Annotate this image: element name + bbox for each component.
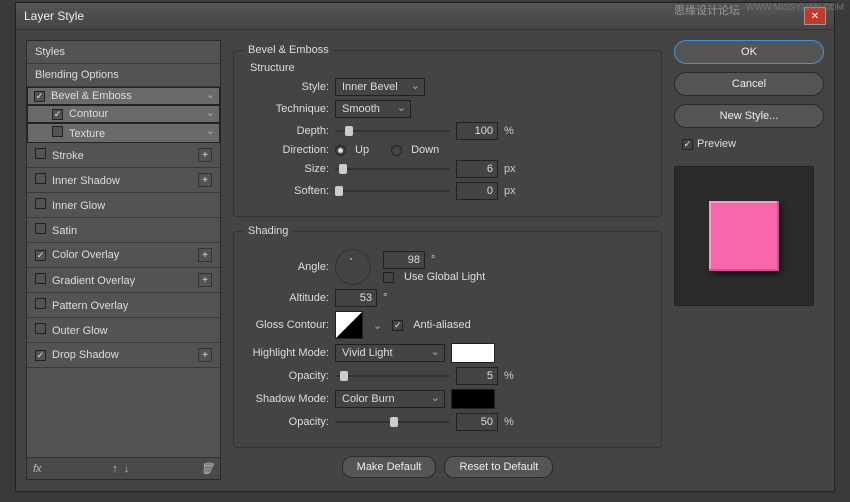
shadow-mode-label: Shadow Mode: bbox=[244, 393, 329, 405]
options-panel: Bevel & Emboss Structure Style:Inner Bev… bbox=[225, 40, 670, 480]
action-panel: OK Cancel New Style... Preview bbox=[674, 40, 824, 480]
add-icon[interactable]: + bbox=[198, 248, 212, 262]
shadow-opacity-input[interactable]: 50 bbox=[456, 413, 498, 431]
color-overlay-checkbox[interactable] bbox=[35, 250, 46, 261]
color-overlay-item[interactable]: Color Overlay+ bbox=[27, 243, 220, 268]
soften-input[interactable]: 0 bbox=[456, 182, 498, 200]
dialog-window: Layer Style ✕ Styles Blending Options Be… bbox=[15, 2, 835, 492]
angle-wheel[interactable] bbox=[335, 249, 371, 285]
texture-item[interactable]: Texture bbox=[27, 123, 220, 143]
style-select[interactable]: Inner Bevel bbox=[335, 78, 425, 96]
watermark-text: 思缘设计论坛 bbox=[674, 2, 740, 18]
inner-shadow-checkbox[interactable] bbox=[35, 173, 46, 184]
anti-aliased-checkbox[interactable] bbox=[392, 320, 403, 331]
bevel-emboss-item[interactable]: Bevel & Emboss bbox=[27, 87, 220, 105]
down-icon[interactable]: ↓ bbox=[124, 463, 130, 475]
outer-glow-checkbox[interactable] bbox=[35, 323, 46, 334]
inner-glow-checkbox[interactable] bbox=[35, 198, 46, 209]
preview-checkbox[interactable] bbox=[682, 139, 693, 150]
preview-label: Preview bbox=[697, 138, 736, 150]
effects-footer: fx ↑ ↓ 🗑 bbox=[27, 457, 220, 479]
gradient-overlay-item[interactable]: Gradient Overlay+ bbox=[27, 268, 220, 293]
angle-input[interactable]: 98 bbox=[383, 251, 425, 269]
style-label: Style: bbox=[244, 81, 329, 93]
depth-label: Depth: bbox=[244, 125, 329, 137]
shading-group: Shading Angle: 98° Use Global Light Alti… bbox=[233, 225, 662, 448]
shadow-opacity-slider[interactable] bbox=[335, 415, 450, 429]
contour-checkbox[interactable] bbox=[52, 109, 63, 120]
shadow-color-swatch[interactable] bbox=[451, 389, 495, 409]
size-slider[interactable] bbox=[335, 162, 450, 176]
effects-list: Styles Blending Options Bevel & Emboss C… bbox=[26, 40, 221, 480]
pattern-overlay-checkbox[interactable] bbox=[35, 298, 46, 309]
shadow-opacity-label: Opacity: bbox=[244, 416, 329, 428]
highlight-opacity-label: Opacity: bbox=[244, 370, 329, 382]
fx-label: fx bbox=[33, 463, 42, 475]
add-icon[interactable]: + bbox=[198, 273, 212, 287]
highlight-opacity-slider[interactable] bbox=[335, 369, 450, 383]
trash-icon[interactable]: 🗑 bbox=[200, 462, 214, 475]
drop-shadow-checkbox[interactable] bbox=[35, 350, 46, 361]
shadow-mode-select[interactable]: Color Burn bbox=[335, 390, 445, 408]
structure-subtitle: Structure bbox=[250, 62, 651, 74]
size-label: Size: bbox=[244, 163, 329, 175]
inner-shadow-item[interactable]: Inner Shadow+ bbox=[27, 168, 220, 193]
up-icon[interactable]: ↑ bbox=[112, 463, 118, 475]
technique-select[interactable]: Smooth bbox=[335, 100, 411, 118]
highlight-mode-label: Highlight Mode: bbox=[244, 347, 329, 359]
size-input[interactable]: 6 bbox=[456, 160, 498, 178]
gloss-contour-picker[interactable] bbox=[335, 311, 363, 339]
new-style-button[interactable]: New Style... bbox=[674, 104, 824, 128]
cancel-button[interactable]: Cancel bbox=[674, 72, 824, 96]
gradient-overlay-checkbox[interactable] bbox=[35, 273, 46, 284]
depth-slider[interactable] bbox=[335, 124, 450, 138]
watermark-url: WWW.MISSYUAN.COM bbox=[746, 2, 844, 12]
stroke-checkbox[interactable] bbox=[35, 148, 46, 159]
highlight-mode-select[interactable]: Vivid Light bbox=[335, 344, 445, 362]
stroke-item[interactable]: Stroke+ bbox=[27, 143, 220, 168]
angle-label: Angle: bbox=[244, 261, 329, 273]
pattern-overlay-item[interactable]: Pattern Overlay bbox=[27, 293, 220, 318]
reset-default-button[interactable]: Reset to Default bbox=[444, 456, 553, 478]
altitude-input[interactable]: 53 bbox=[335, 289, 377, 307]
make-default-button[interactable]: Make Default bbox=[342, 456, 437, 478]
preview-swatch bbox=[709, 201, 779, 271]
global-light-checkbox[interactable] bbox=[383, 272, 394, 283]
texture-checkbox[interactable] bbox=[52, 126, 63, 137]
styles-item[interactable]: Styles bbox=[27, 41, 220, 64]
structure-group: Bevel & Emboss Structure Style:Inner Bev… bbox=[233, 44, 662, 217]
bevel-checkbox[interactable] bbox=[34, 91, 45, 102]
satin-item[interactable]: Satin bbox=[27, 218, 220, 243]
satin-checkbox[interactable] bbox=[35, 223, 46, 234]
blending-options-item[interactable]: Blending Options bbox=[27, 64, 220, 87]
down-radio[interactable] bbox=[391, 145, 402, 156]
outer-glow-item[interactable]: Outer Glow bbox=[27, 318, 220, 343]
up-radio[interactable] bbox=[335, 145, 346, 156]
highlight-color-swatch[interactable] bbox=[451, 343, 495, 363]
depth-input[interactable]: 100 bbox=[456, 122, 498, 140]
add-icon[interactable]: + bbox=[198, 173, 212, 187]
drop-shadow-item[interactable]: Drop Shadow+ bbox=[27, 343, 220, 368]
direction-label: Direction: bbox=[244, 144, 329, 156]
preview-box bbox=[674, 166, 814, 306]
contour-item[interactable]: Contour bbox=[27, 105, 220, 123]
technique-label: Technique: bbox=[244, 103, 329, 115]
add-icon[interactable]: + bbox=[198, 348, 212, 362]
ok-button[interactable]: OK bbox=[674, 40, 824, 64]
soften-label: Soften: bbox=[244, 185, 329, 197]
gloss-contour-label: Gloss Contour: bbox=[244, 319, 329, 331]
add-icon[interactable]: + bbox=[198, 148, 212, 162]
altitude-label: Altitude: bbox=[244, 292, 329, 304]
soften-slider[interactable] bbox=[335, 184, 450, 198]
inner-glow-item[interactable]: Inner Glow bbox=[27, 193, 220, 218]
dialog-title: Layer Style bbox=[24, 9, 84, 23]
highlight-opacity-input[interactable]: 5 bbox=[456, 367, 498, 385]
